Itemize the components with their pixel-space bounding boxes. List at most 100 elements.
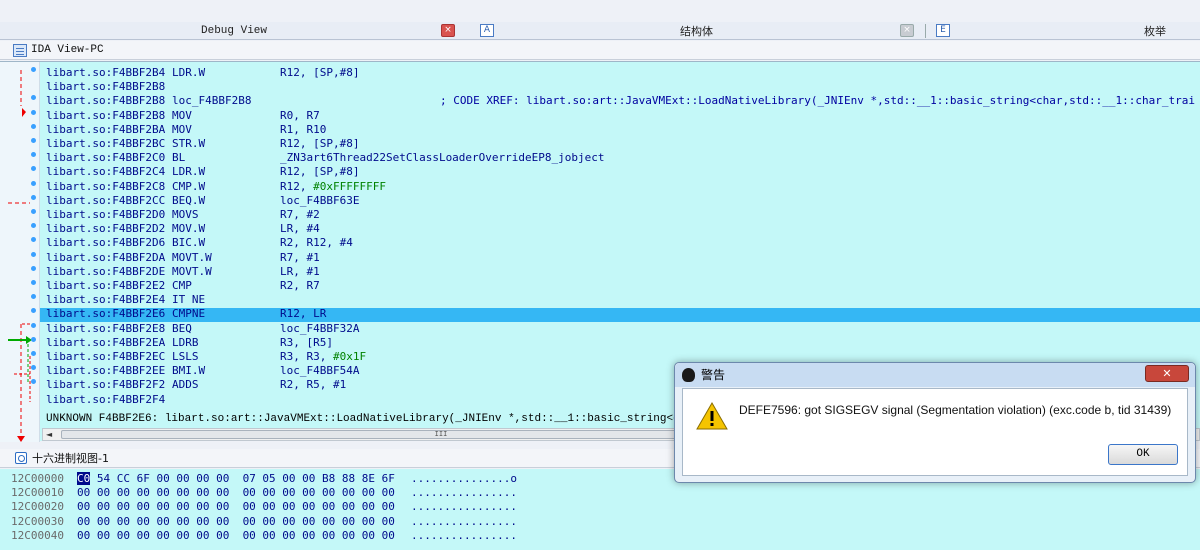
hex-row[interactable]: 12C00040 00 00 00 00 00 00 00 00 00 00 00… <box>11 528 517 543</box>
line-mnemonic: CMP.W <box>172 179 206 193</box>
line-address: libart.so:F4BBF2D6 <box>46 236 166 250</box>
hex-address: 12C00030 <box>11 514 64 528</box>
operand-text: R0, R7 <box>280 108 320 122</box>
line-mnemonic: MOV.W <box>172 222 206 236</box>
line-operands: R12, [SP,#8] <box>280 66 359 80</box>
line-mnemonic: LDRB <box>172 335 199 349</box>
ok-button[interactable]: OK <box>1108 444 1178 465</box>
line-operands: _ZN3art6Thread22SetClassLoaderOverrideEP… <box>280 151 605 165</box>
line-mnemonic: LDR.W <box>172 165 206 179</box>
breakpoint-dot-icon[interactable] <box>31 336 36 342</box>
line-operands: R3, R3, #0x1F <box>280 350 366 364</box>
line-mnemonic: ADDS <box>172 378 199 392</box>
hex-row[interactable]: 12C00010 00 00 00 00 00 00 00 00 00 00 00… <box>11 486 517 500</box>
line-address: libart.so:F4BBF2F4 <box>46 392 166 406</box>
breakpoint-dot-icon[interactable] <box>31 251 36 257</box>
hex-cursor[interactable]: C0 <box>77 472 91 485</box>
operand-text: R2, R7 <box>280 279 320 292</box>
warning-icon <box>696 402 728 430</box>
line-operands: LR, #1 <box>280 265 320 279</box>
hex-row[interactable]: 12C00020 00 00 00 00 00 00 00 00 00 00 00… <box>11 500 517 514</box>
line-operands: R2, R7 <box>280 279 320 293</box>
breakpoint-dot-icon[interactable] <box>31 180 36 186</box>
line-address: libart.so:F4BBF2EE <box>46 364 166 378</box>
breakpoint-dot-icon[interactable] <box>31 280 36 285</box>
line-address: libart.so:F4BBF2C4 <box>46 165 166 179</box>
hex-bytes: 00 00 00 00 00 00 00 00 00 00 00 00 00 0… <box>77 486 395 500</box>
line-operands: R2, R12, #4 <box>280 236 353 250</box>
line-address: libart.so:F4BBF2D0 <box>46 208 166 221</box>
ida-view-icon <box>13 43 27 57</box>
line-mnemonic: BEQ.W <box>172 193 206 207</box>
line-address: libart.so:F4BBF2B8 <box>46 108 166 122</box>
line-operands: R12, LR <box>280 307 326 321</box>
line-mnemonic: loc_F4BBF2B8 <box>172 94 252 108</box>
hex-ascii: ................ <box>411 500 517 514</box>
hex-address: 12C00020 <box>11 500 64 514</box>
hex-address: 12C00010 <box>11 486 64 500</box>
current-line-highlight <box>40 308 1200 322</box>
line-mnemonic: LSLS <box>172 350 199 363</box>
breakpoint-dot-icon[interactable] <box>31 109 36 115</box>
hex-address: 12C00000 <box>11 472 64 485</box>
hex-address: 12C00040 <box>11 528 64 542</box>
line-address: libart.so:F4BBF2B4 <box>46 66 166 79</box>
line-address: libart.so:F4BBF2CC <box>46 193 166 207</box>
operand-text: R3, [R5] <box>280 335 333 349</box>
hex-view-icon <box>15 452 27 464</box>
line-address: libart.so:F4BBF2B8 <box>46 94 166 108</box>
line-address: libart.so:F4BBF2E4 <box>46 293 166 307</box>
scroll-left-icon[interactable]: ◄ <box>46 429 52 440</box>
line-mnemonic: CMPNE <box>172 307 206 321</box>
line-operands: R2, R5, #1 <box>280 378 346 392</box>
hex-bytes: 00 00 00 00 00 00 00 00 00 00 00 00 00 0… <box>77 500 395 514</box>
close-button[interactable]: ✕ <box>1145 365 1189 382</box>
structure-icon: A <box>480 24 494 37</box>
warning-dialog: 警告 ✕ DEFE7596: got SIGSEGV signal (Segme… <box>674 362 1196 483</box>
close-icon[interactable]: × <box>900 24 914 37</box>
breakpoint-dot-icon[interactable] <box>31 209 36 214</box>
line-mnemonic: MOVT.W <box>172 250 212 264</box>
operand-text: _ZN3art6Thread22SetClassLoaderOverrideEP… <box>280 151 605 165</box>
hex-bytes: C0 54 CC 6F 00 00 00 00 07 05 00 00 B8 8… <box>77 472 395 486</box>
line-mnemonic: BEQ <box>172 321 192 335</box>
breakpoint-dot-icon[interactable] <box>31 265 36 271</box>
line-mnemonic: BIC.W <box>172 236 206 250</box>
close-icon[interactable]: × <box>441 24 455 37</box>
tab-bar: Debug View × A 结构体 × E 枚举 <box>0 22 1200 40</box>
line-operands: R7, #2 <box>280 208 320 222</box>
breakpoint-dot-icon[interactable] <box>31 67 36 72</box>
line-mnemonic: LDR.W <box>172 66 206 79</box>
tab-separator <box>925 24 926 38</box>
operand-text: R7, #2 <box>280 208 320 221</box>
breakpoint-dot-icon[interactable] <box>31 322 36 328</box>
tab-debug-view-label: Debug View <box>201 25 268 37</box>
breakpoint-dot-icon[interactable] <box>31 138 36 143</box>
operand-text: loc_F4BBF63E <box>280 193 360 207</box>
line-address: libart.so:F4BBF2EC <box>46 350 166 363</box>
breakpoint-dot-icon[interactable] <box>31 123 36 129</box>
dialog-titlebar[interactable]: 警告 ✕ <box>675 363 1195 387</box>
line-operands: loc_F4BBF32A <box>280 322 359 336</box>
enum-icon: E <box>936 24 950 37</box>
line-address: libart.so:F4BBF2DE <box>46 264 166 278</box>
operand-text: LR, #1 <box>280 264 320 278</box>
tab-debug-view[interactable]: Debug View <box>201 22 267 40</box>
line-address: libart.so:F4BBF2C8 <box>46 179 166 193</box>
line-address: libart.so:F4BBF2B8 <box>46 80 166 94</box>
tab-structures[interactable]: 结构体 <box>680 22 713 40</box>
operand-number: #0xFFFFFFFF <box>313 179 386 193</box>
hex-bytes-text: 00 00 00 00 00 00 00 00 00 00 00 00 00 0… <box>77 528 395 542</box>
hex-row[interactable]: 12C00000 C0 54 CC 6F 00 00 00 00 07 05 00… <box>11 472 517 486</box>
line-comment: ; CODE XREF: libart.so:art::JavaVMExt::L… <box>440 94 1195 108</box>
line-address: libart.so:F4BBF2EA <box>46 335 166 349</box>
line-operands: R12, [SP,#8] <box>280 165 359 179</box>
hex-row[interactable]: 12C00030 00 00 00 00 00 00 00 00 00 00 00… <box>11 514 517 529</box>
breakpoint-dot-icon[interactable] <box>31 194 36 200</box>
line-mnemonic: MOV <box>172 108 192 122</box>
operand-text: R12, [SP,#8] <box>280 137 360 150</box>
breakpoint-dot-icon[interactable] <box>31 351 36 356</box>
operand-text: loc_F4BBF54A <box>280 364 360 378</box>
tab-enums[interactable]: 枚举 <box>1144 22 1166 40</box>
line-operands: R7, #1 <box>280 251 320 265</box>
